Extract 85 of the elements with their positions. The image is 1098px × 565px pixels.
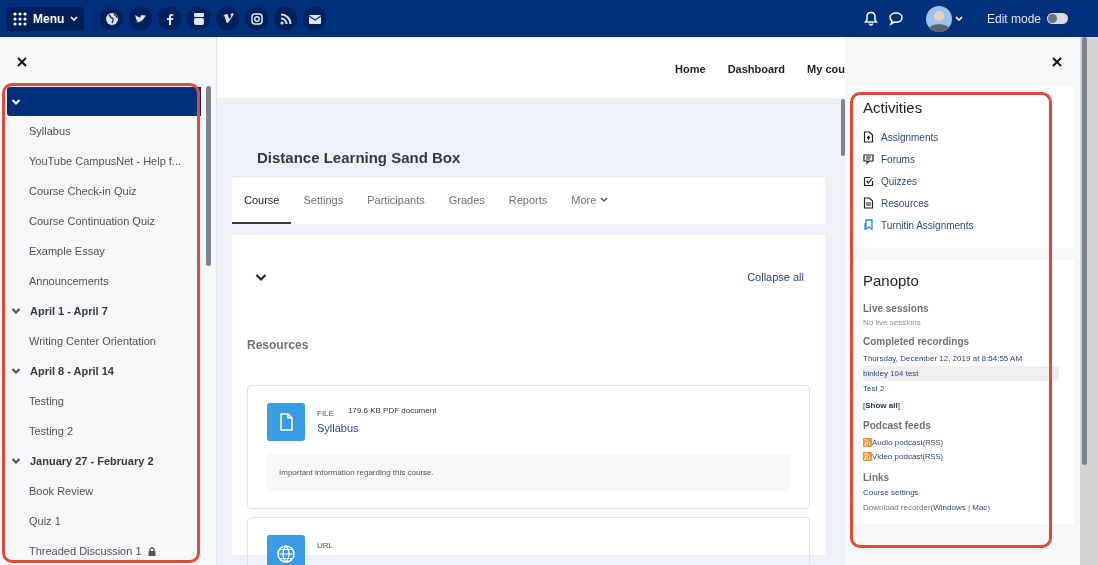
course-index-item[interactable]: Threaded Discussion 1	[7, 536, 201, 565]
rss-icon	[863, 451, 872, 461]
tab[interactable]: Course	[232, 178, 292, 224]
nav-link[interactable]: Home	[675, 60, 706, 75]
document-icon	[863, 131, 874, 143]
close-icon[interactable]	[1052, 57, 1062, 67]
course-index-item[interactable]: Example Essay	[7, 236, 201, 266]
user-menu[interactable]	[925, 5, 963, 32]
block-title: Panopto	[863, 272, 920, 289]
avatar	[925, 5, 952, 32]
caret-icon	[70, 15, 79, 22]
section-header[interactable]: April 8 - April 14	[7, 356, 201, 386]
letter-v-icon[interactable]	[216, 7, 240, 30]
edit-mode-label: Edit mode	[986, 11, 1041, 26]
subheading: Completed recordings	[863, 336, 971, 347]
course-index-item[interactable]: Testing	[7, 386, 201, 416]
tab[interactable]: Settings	[291, 178, 356, 224]
course-title: Distance Learning Sand Box	[257, 148, 462, 168]
nav-link[interactable]: Dashboard	[727, 60, 786, 75]
show-all-link[interactable]: [Show all]	[863, 401, 1059, 410]
activity-type-link[interactable]: Turnitin Assignments	[881, 219, 974, 231]
chevron-icon[interactable]	[255, 272, 267, 282]
close-icon[interactable]	[17, 57, 27, 67]
globe-icon[interactable]	[100, 7, 124, 30]
activity-type-link[interactable]: Assignments	[881, 131, 939, 143]
document-icon	[267, 403, 305, 441]
recording-link[interactable]: Test 2	[863, 381, 1059, 396]
course-settings-link[interactable]: Course settings	[863, 488, 1059, 497]
nav-link[interactable]: My cou	[807, 60, 845, 75]
section-header[interactable]: April 1 - April 7	[7, 296, 201, 326]
subheading: Links	[863, 472, 891, 483]
activity-link[interactable]: Syllabus	[317, 422, 359, 434]
mail-icon[interactable]	[303, 7, 327, 30]
grid-icon	[13, 11, 27, 26]
edit-mode-toggle[interactable]	[1047, 13, 1068, 24]
tab[interactable]: Reports	[496, 178, 560, 224]
recording-link[interactable]: Thursday, December 12, 2019 at 8:54:55 AM	[863, 351, 1059, 366]
rss-icon	[863, 437, 872, 447]
course-index-item[interactable]: Quiz 1	[7, 506, 201, 536]
course-index-item[interactable]: Course Continuation Quiz	[7, 206, 201, 236]
course-index-item[interactable]: Testing 2	[7, 416, 201, 446]
bookmark-icon	[863, 219, 874, 231]
section-header[interactable]: January 27 - February 2	[7, 446, 201, 476]
scrollbar[interactable]	[206, 86, 211, 266]
caret-icon	[954, 15, 963, 22]
speech-bubble-icon	[863, 153, 874, 165]
course-index-item[interactable]: Announcements	[7, 266, 201, 296]
empty-message: No live sessions	[863, 318, 922, 327]
activity-type-link[interactable]: Forums	[881, 153, 915, 165]
chevron-icon[interactable]	[11, 457, 21, 465]
course-index-item[interactable]: YouTube CampusNet - Help f...	[7, 146, 201, 176]
recording-link[interactable]: binkley 104 test	[863, 366, 1059, 381]
tab[interactable]: Participants	[355, 178, 437, 224]
scrollbar[interactable]	[1080, 37, 1098, 565]
checkbox-icon	[863, 175, 874, 187]
course-index-item[interactable]: Syllabus	[7, 116, 201, 146]
activity-type: FILE	[317, 409, 334, 418]
tab[interactable]: Grades	[436, 178, 497, 224]
file-details: 179.6 KB PDF document	[347, 406, 437, 415]
document-icon	[863, 197, 874, 209]
section-title: Resources	[247, 338, 310, 352]
bell-icon[interactable]	[863, 11, 878, 26]
menu-button[interactable]: Menu	[7, 6, 85, 31]
letter-f-icon[interactable]	[158, 7, 182, 30]
chevron-icon[interactable]	[11, 367, 21, 375]
activity-description: Important information regarding this course.	[267, 454, 790, 491]
subheading: Podcast feeds	[863, 420, 932, 431]
tab[interactable]: More	[559, 178, 621, 224]
course-index-item[interactable]: Writing Center Orientation	[7, 326, 201, 356]
rss-icon[interactable]	[274, 7, 298, 30]
activity-type-link[interactable]: Quizzes	[881, 175, 918, 187]
download-recorder-text: Download recorder(Windows | Mac)	[863, 503, 992, 512]
chat-icon[interactable]	[887, 11, 904, 26]
chevron-icon[interactable]	[11, 307, 21, 315]
course-index-item[interactable]: Book Review	[7, 476, 201, 506]
activity-type: URL	[317, 541, 333, 550]
collapse-all-link[interactable]: Collapse all	[747, 271, 804, 283]
block-title: Activities	[863, 99, 924, 116]
download-link[interactable]: Windows	[933, 503, 966, 512]
course-index-item[interactable]: Course Check-in Quiz	[7, 176, 201, 206]
activity-type-link[interactable]: Resources	[881, 197, 929, 209]
subheading: Live sessions	[863, 303, 930, 314]
camera-icon[interactable]	[245, 7, 269, 30]
scrollbar[interactable]	[841, 99, 845, 156]
bird-icon[interactable]	[129, 7, 153, 30]
